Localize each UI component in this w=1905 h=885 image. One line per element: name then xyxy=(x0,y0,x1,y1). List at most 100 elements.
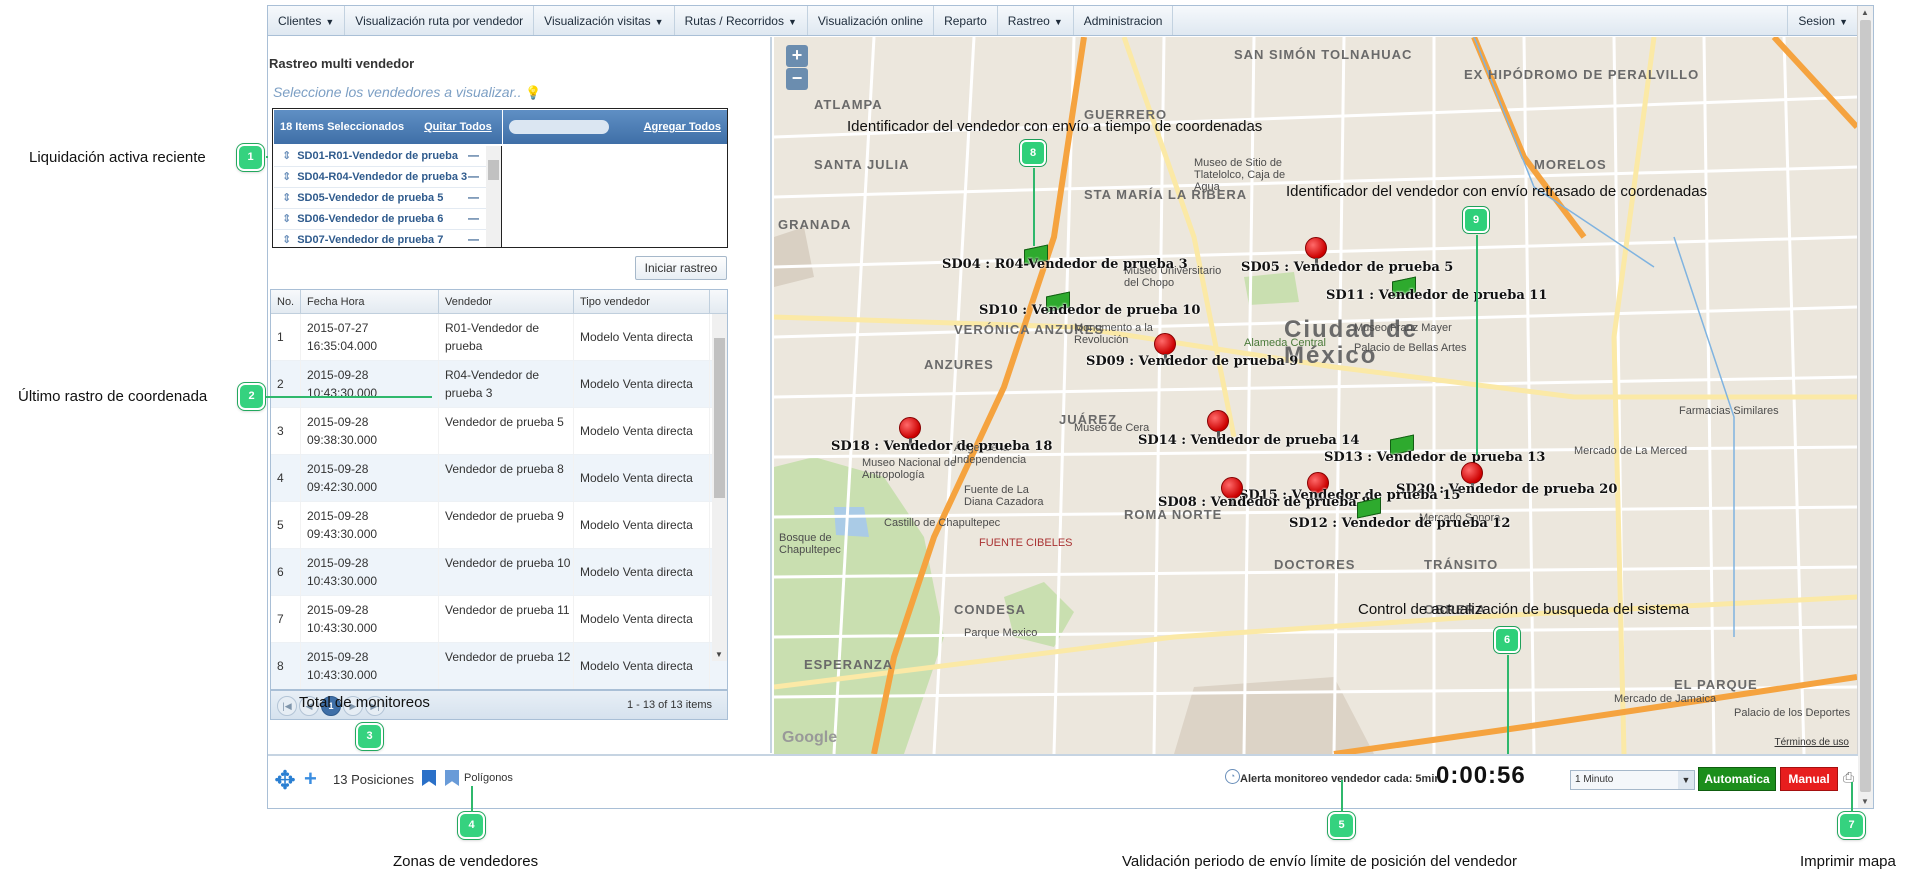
menu-administracion[interactable]: Administracion xyxy=(1074,6,1174,35)
polygons-label[interactable]: Polígonos xyxy=(464,772,513,784)
poi-label: Mercado de La Merced xyxy=(1574,445,1688,457)
table-row[interactable]: 7 2015-09-28 10:43:30.000 Vendedor de prue… xyxy=(271,596,727,643)
table-row[interactable]: 6 2015-09-28 10:43:30.000 Vendedor de prue… xyxy=(271,549,727,596)
remove-icon[interactable]: — xyxy=(468,188,479,209)
table-row[interactable]: 4 2015-09-28 09:42:30.000 Vendedor de prue… xyxy=(271,455,727,502)
menu-bar: Clientes ▼ Visualización ruta por vendedo… xyxy=(268,6,1858,36)
annotation-timely: Identificador del vendedor con envío a t… xyxy=(847,118,1263,135)
drag-handle-icon[interactable]: ⇕ xyxy=(282,234,291,246)
poi-label: Alameda Central xyxy=(1244,337,1326,349)
callout-ultimo-rastro: Último rastro de coordenada xyxy=(18,388,208,405)
poi-label: Palacio de los Deportes xyxy=(1734,707,1851,719)
badge-7: 7 xyxy=(1838,812,1865,839)
district-label: ANZURES xyxy=(924,357,994,372)
interval-select[interactable]: 1 Minuto ▼ xyxy=(1570,770,1695,790)
poi-label: FUENTE CIBELES xyxy=(979,537,1073,549)
table-cell: Vendedor de prueba 11 xyxy=(439,596,574,642)
menu-visualizacion-ruta[interactable]: Visualización ruta por vendedor xyxy=(345,6,535,35)
table-cell: 6 xyxy=(271,549,301,595)
list-item[interactable]: ⇕ SD06-Vendedor de prueba 6— xyxy=(274,209,501,230)
zoom-out-button[interactable]: − xyxy=(786,68,808,90)
add-all-link[interactable]: Agregar Todos xyxy=(644,121,721,133)
available-search-input[interactable] xyxy=(509,120,609,134)
scroll-down-icon[interactable]: ▼ xyxy=(1861,797,1869,806)
table-row[interactable]: 3 2015-09-28 09:38:30.000 Vendedor de prue… xyxy=(271,408,727,455)
vendor-label[interactable]: SD14 : Vendedor de prueba 14 xyxy=(1138,433,1359,448)
zone-flag-alt-icon[interactable] xyxy=(445,770,459,786)
scroll-up-icon[interactable]: ▲ xyxy=(1861,8,1869,17)
remove-icon[interactable]: — xyxy=(468,230,479,247)
drag-handle-icon[interactable]: ⇕ xyxy=(282,213,291,225)
vendor-label[interactable]: SD10 : Vendedor de prueba 10 xyxy=(979,303,1200,318)
grid-scrollbar[interactable]: ▼ xyxy=(712,314,727,661)
remove-all-link[interactable]: Quitar Todos xyxy=(424,121,492,133)
drag-handle-icon[interactable]: ⇕ xyxy=(282,192,291,204)
badge-4: 4 xyxy=(458,812,485,839)
remove-icon[interactable]: — xyxy=(468,146,479,167)
drag-handle-icon[interactable]: ⇕ xyxy=(282,171,291,183)
list-item[interactable]: ⇕ SD07-Vendedor de prueba 7— xyxy=(274,230,501,247)
list-item[interactable]: ⇕ SD04-R04-Vendedor de prueba 3— xyxy=(274,167,501,188)
vendor-label[interactable]: SD13 : Vendedor de prueba 13 xyxy=(1324,450,1545,465)
menu-rastreo[interactable]: Rastreo ▼ xyxy=(998,6,1074,35)
selected-list-scrollbar[interactable] xyxy=(486,146,501,247)
remove-icon[interactable]: — xyxy=(468,209,479,230)
menu-rutas-recorridos[interactable]: Rutas / Recorridos ▼ xyxy=(675,6,808,35)
vendor-pin-marker[interactable] xyxy=(1305,237,1327,266)
district-label: GRANADA xyxy=(778,217,852,232)
vendor-label[interactable]: SD11 : Vendedor de prueba 11 xyxy=(1326,288,1547,303)
vendor-label[interactable]: SD04 : R04-Vendedor de prueba 3 xyxy=(942,257,1188,272)
poi-label: Farmacias Similares xyxy=(1679,405,1779,417)
list-item[interactable]: ⇕ SD01-R01-Vendedor de prueba — xyxy=(274,146,501,167)
page-scrollbar[interactable]: ▲ ▼ xyxy=(1857,6,1873,808)
col-header-fecha[interactable]: Fecha Hora xyxy=(301,290,439,313)
vendor-label[interactable]: SD18 : Vendedor de prueba 18 xyxy=(831,439,1052,454)
vendor-label[interactable]: SD09 : Vendedor de prueba 9 xyxy=(1086,354,1298,369)
vendor-pin-marker[interactable] xyxy=(1207,410,1229,439)
google-logo: Google xyxy=(782,729,838,746)
district-label: ATLAMPA xyxy=(814,97,883,112)
vendor-pin-marker[interactable] xyxy=(1461,462,1483,491)
col-header-no[interactable]: No. xyxy=(271,290,301,313)
table-cell: 2015-07-27 16:35:04.000 xyxy=(301,314,439,360)
left-panel: Rastreo multi vendedor Seleccione los ve… xyxy=(268,37,772,753)
remove-icon[interactable]: — xyxy=(468,167,479,188)
menu-reparto[interactable]: Reparto xyxy=(934,6,998,35)
menu-clientes[interactable]: Clientes ▼ xyxy=(268,6,346,35)
manual-button[interactable]: Manual xyxy=(1780,767,1838,791)
col-header-tipo[interactable]: Tipo vendedor xyxy=(574,290,710,313)
bottom-toolbar: ✥ + 13 Posiciones Polígonos ◔ Alerta mon… xyxy=(268,754,1858,808)
col-header-vendedor[interactable]: Vendedor xyxy=(439,290,574,313)
badge-5: 5 xyxy=(1328,812,1355,839)
automatic-button[interactable]: Automatica xyxy=(1698,767,1776,791)
table-row[interactable]: 8 2015-09-28 10:43:30.000 Vendedor de prue… xyxy=(271,643,727,689)
list-item[interactable]: ⇕ SD05-Vendedor de prueba 5— xyxy=(274,188,501,209)
table-cell: Modelo Venta directa xyxy=(574,361,710,407)
district-label: DOCTORES xyxy=(1274,557,1356,572)
menu-visualizacion-online[interactable]: Visualización online xyxy=(808,6,935,35)
move-arrows-icon[interactable]: ✥ xyxy=(271,766,299,794)
district-label: MORELOS xyxy=(1534,157,1607,172)
map-view[interactable]: + − SAN SIMÓN TOLNAHUAC EX HIPÓDROMO DE … xyxy=(774,37,1857,754)
vendor-pin-marker[interactable] xyxy=(1154,333,1176,362)
table-row[interactable]: 1 2015-07-27 16:35:04.000 R01-Vendedor de … xyxy=(271,314,727,361)
terms-link[interactable]: Términos de uso xyxy=(1775,737,1849,748)
menu-visualizacion-visitas[interactable]: Visualización visitas ▼ xyxy=(534,6,675,35)
first-page-icon[interactable]: |◀ xyxy=(277,696,297,716)
drag-handle-icon[interactable]: ⇕ xyxy=(282,150,291,162)
plus-icon[interactable]: + xyxy=(304,768,317,790)
zone-flag-icon[interactable] xyxy=(422,770,436,786)
vendor-pin-marker[interactable] xyxy=(899,417,921,446)
vendor-label[interactable]: SD05 : Vendedor de prueba 5 xyxy=(1241,260,1453,275)
start-tracking-button[interactable]: Iniciar rastreo xyxy=(635,256,727,280)
table-cell: 2015-09-28 10:43:30.000 xyxy=(301,643,439,689)
chevron-down-icon[interactable]: ▼ xyxy=(1678,771,1694,789)
table-row[interactable]: 2 2015-09-28 10:43:30.000 R04-Vendedor de … xyxy=(271,361,727,408)
table-row[interactable]: 5 2015-09-28 09:43:30.000 Vendedor de prue… xyxy=(271,502,727,549)
zoom-in-button[interactable]: + xyxy=(786,45,808,67)
vendor-label[interactable]: SD12 : Vendedor de prueba 12 xyxy=(1289,516,1510,531)
menu-sesion[interactable]: Sesion ▼ xyxy=(1787,6,1858,35)
grid-header: No. Fecha Hora Vendedor Tipo vendedor xyxy=(271,290,727,314)
vendor-label[interactable]: SD08 : Vendedor de prueba 8 xyxy=(1158,495,1370,510)
available-header: Agregar Todos xyxy=(503,110,727,144)
